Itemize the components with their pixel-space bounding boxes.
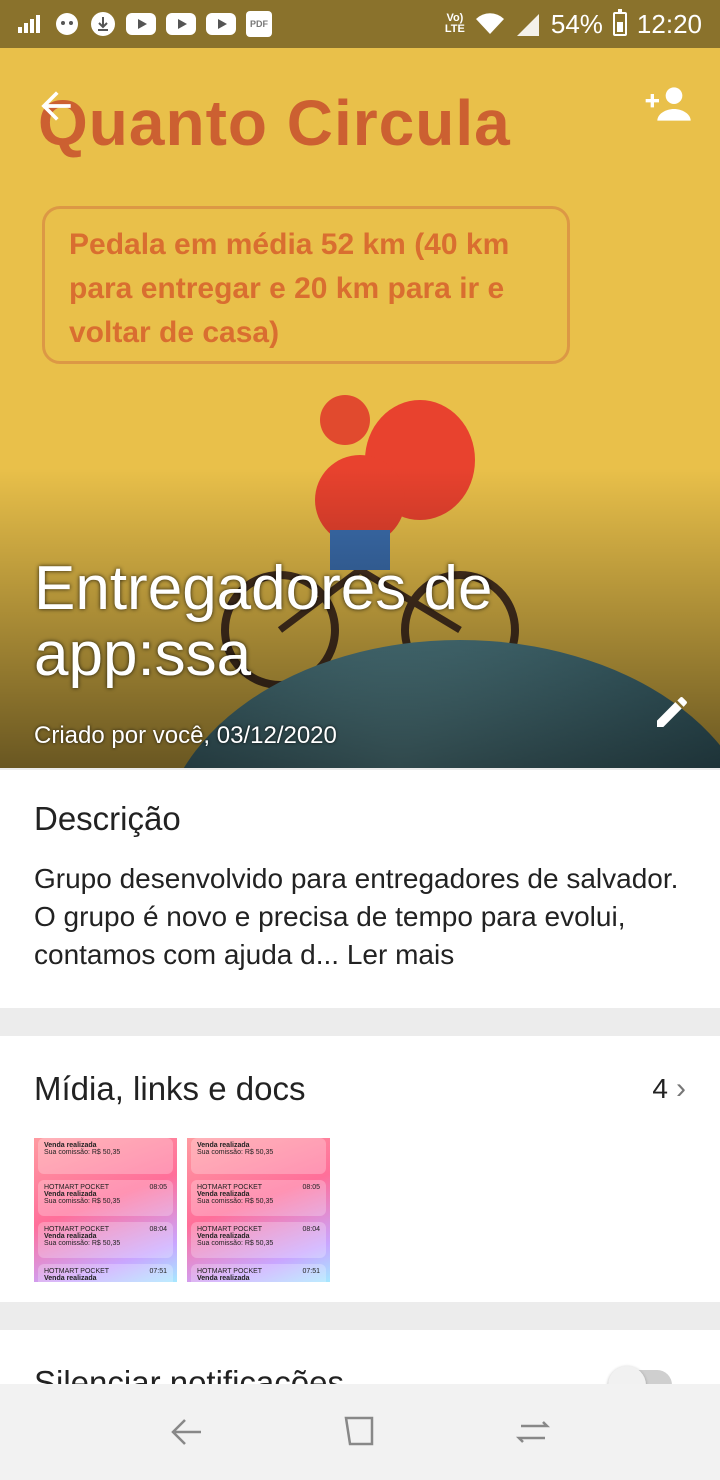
notification-title: Venda realizada <box>197 1191 250 1198</box>
volte-indicator: Vo) LTE <box>444 12 465 35</box>
description-text: Grupo desenvolvido para entregadores de … <box>34 860 686 974</box>
edit-button[interactable] <box>652 692 692 732</box>
notification-app: HOTMART POCKET <box>44 1184 110 1191</box>
notification-preview: HOTMART POCKET 08:05 Venda realizada Sua co… <box>38 1180 173 1216</box>
back-icon <box>170 1419 201 1445</box>
notification-app: HOTMART POCKET <box>44 1268 110 1275</box>
notification-time: 07:51 <box>149 1268 167 1275</box>
notification-preview: HOTMART POCKET 08:04 Venda realizada Sua co… <box>191 1222 326 1258</box>
back-button[interactable] <box>34 84 78 128</box>
cell-signal-icon <box>516 14 539 36</box>
battery-percent: 54% <box>550 8 603 39</box>
chevron-right-icon: › <box>676 1072 686 1105</box>
poster-text: Pedala em média 52 km (40 km para entreg… <box>42 206 570 364</box>
created-info: Criado por você, 03/12/2020 <box>34 722 337 749</box>
pdf-icon: PDF <box>246 11 272 37</box>
add-participant-button[interactable] <box>644 84 694 124</box>
recents-icon <box>344 1416 374 1446</box>
nav-recents-button[interactable] <box>330 1402 390 1462</box>
youtube-icon <box>166 13 196 35</box>
notification-preview: HOTMART POCKET 07:51 Venda realizada <box>38 1264 173 1282</box>
character-icon <box>54 13 80 35</box>
notification-preview: HOTMART POCKET 07:51 Venda realizada <box>191 1264 326 1282</box>
notification-preview: HOTMART POCKET 08:05 Venda realizada Sua co… <box>191 1180 326 1216</box>
notification-time: 08:05 <box>302 1184 320 1191</box>
arrow-back-icon <box>41 91 71 121</box>
notification-body: Sua comissão: R$ 50,35 <box>197 1240 274 1247</box>
notification-title: Venda realizada <box>44 1275 97 1282</box>
group-header: Quanto Circula Pedala em média 52 km (40… <box>0 0 720 768</box>
media-title: Mídia, links e docs <box>34 1070 306 1107</box>
wifi-icon <box>475 13 504 35</box>
notification-body: Sua comissão: R$ 50,35 <box>44 1149 121 1156</box>
notification-title: Venda realizada <box>197 1142 250 1149</box>
notification-time: 07:51 <box>302 1268 320 1275</box>
navigation-bar <box>0 1384 720 1480</box>
battery-icon <box>612 9 627 36</box>
notification-body: Sua comissão: R$ 50,35 <box>44 1198 121 1205</box>
nav-back-button[interactable] <box>157 1402 217 1462</box>
status-bar: PDF Vo) LTE 54% 12:20 <box>0 0 720 48</box>
notification-time: 08:04 <box>302 1226 320 1233</box>
switch-icon <box>516 1421 551 1443</box>
notification-time: 08:04 <box>149 1226 167 1233</box>
notification-app: HOTMART POCKET <box>197 1226 263 1233</box>
notification-preview: HOTMART POCKET 08:04 Venda realizada Sua co… <box>38 1222 173 1258</box>
media-count-link[interactable]: 4 › <box>652 1072 686 1106</box>
youtube-icon <box>206 13 236 35</box>
notification-preview: Venda realizada Sua comissão: R$ 50,35 <box>38 1138 173 1174</box>
notification-app: HOTMART POCKET <box>197 1184 263 1191</box>
description-title: Descrição <box>34 800 181 837</box>
mute-notifications-row[interactable]: Silenciar notificações <box>0 1330 720 1390</box>
notification-time: 08:05 <box>149 1184 167 1191</box>
notification-body: Sua comissão: R$ 50,35 <box>44 1240 121 1247</box>
youtube-icon <box>126 13 156 35</box>
add-person-icon <box>645 87 691 121</box>
notification-app: HOTMART POCKET <box>44 1226 110 1233</box>
description-card[interactable]: Descrição Grupo desenvolvido para entreg… <box>0 770 720 1008</box>
notification-title: Venda realizada <box>44 1233 97 1240</box>
notification-body: Sua comissão: R$ 50,35 <box>197 1198 274 1205</box>
media-thumbnails: Venda realizada Sua comissão: R$ 50,35 HOT… <box>34 1138 686 1282</box>
notification-app: HOTMART POCKET <box>197 1268 263 1275</box>
notification-title: Venda realizada <box>197 1233 250 1240</box>
notification-title: Venda realizada <box>197 1275 250 1282</box>
pencil-icon <box>657 697 687 727</box>
read-more-link[interactable]: Ler mais <box>347 939 454 970</box>
download-icon <box>90 12 116 36</box>
notification-title: Venda realizada <box>44 1142 97 1149</box>
notification-body: Sua comissão: R$ 50,35 <box>197 1149 274 1156</box>
poster-title: Quanto Circula <box>38 87 511 159</box>
group-name: Entregadores de app:ssa <box>34 554 493 689</box>
clock: 12:20 <box>636 8 702 39</box>
notification-preview: Venda realizada Sua comissão: R$ 50,35 <box>191 1138 326 1174</box>
signal-bars-icon <box>18 13 44 35</box>
media-count: 4 <box>652 1073 668 1104</box>
media-thumbnail[interactable]: Venda realizada Sua comissão: R$ 50,35 HOT… <box>187 1138 330 1282</box>
media-card[interactable]: Mídia, links e docs 4 › Venda realizada S… <box>0 1036 720 1302</box>
media-thumbnail[interactable]: Venda realizada Sua comissão: R$ 50,35 HOT… <box>34 1138 177 1282</box>
notification-title: Venda realizada <box>44 1191 97 1198</box>
nav-switch-button[interactable] <box>503 1402 563 1462</box>
